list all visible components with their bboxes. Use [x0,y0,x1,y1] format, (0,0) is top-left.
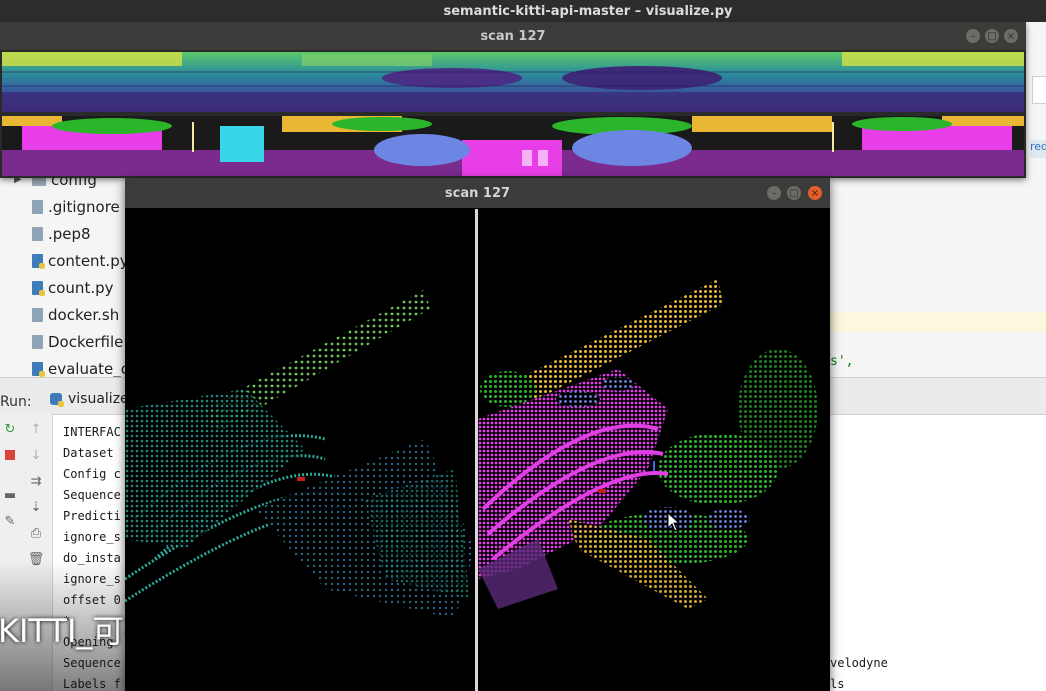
close-icon[interactable]: × [1004,29,1018,43]
depth-pointcloud-viewport[interactable] [125,209,475,691]
ide-window-title: semantic-kitti-api-master – visualize.py [443,3,733,19]
minimize-icon[interactable]: – [966,29,980,43]
file-icon [32,335,43,349]
console-line-right: velodyne [830,656,888,670]
trash-icon[interactable]: 🗑 [26,550,46,568]
shell-file-icon [32,308,43,322]
depth-pointcloud [125,289,475,619]
code-line: s', [830,354,854,369]
console-line: ignore_s [63,572,121,586]
console-line: do_insta [63,551,121,565]
close-icon[interactable]: × [808,186,822,200]
scroll-to-end-icon[interactable]: ⇣ [26,498,46,516]
ide-title-bar: semantic-kitti-api-master – visualize.py [0,0,1046,22]
tree-item-docker-sh[interactable]: docker.sh [32,302,119,328]
python-file-icon [32,254,45,269]
pin-icon[interactable]: ✎ [0,512,20,530]
python-file-icon [32,281,45,296]
tree-item-content-py[interactable]: content.py [32,248,129,274]
scan-window-range: scan 127 – □ × [0,22,1026,178]
console-line: offset 0 [63,593,121,607]
stop-icon[interactable] [0,446,20,464]
editor-highlight-row [830,312,1046,332]
python-file-icon [32,362,45,377]
console-line: INTERFAC [63,425,121,439]
scan-window-title: scan 127 [444,185,511,201]
console-line: Dataset [63,446,114,460]
console-line: Predicti [63,509,121,523]
tree-item-count-py[interactable]: count.py [32,275,114,301]
print-icon[interactable]: ⎙ [26,524,46,542]
scan-window-title-bar[interactable]: scan 127 [0,22,1026,50]
arrow-up-icon[interactable]: ↑ [26,420,46,438]
scan-window-title-bar[interactable]: scan 127 [125,178,830,208]
soft-wrap-icon[interactable]: ⇉ [26,472,46,490]
editor-scroll-box [1032,76,1046,104]
maximize-icon[interactable]: □ [985,29,999,43]
editor-tag: red [1030,140,1046,158]
tree-item-pep8[interactable]: .pep8 [32,221,91,247]
scan-window-title: scan 127 [480,28,546,44]
arrow-down-icon[interactable]: ↓ [26,446,46,464]
mouse-cursor-icon [667,512,681,532]
console-line: Labels f [63,677,121,691]
semantic-pointcloud [478,279,818,609]
semantic-pointcloud-viewport[interactable] [478,209,830,691]
minimize-icon[interactable]: – [767,186,781,200]
console-line: ignore_s [63,530,121,544]
console-line: Sequence [63,656,121,670]
console-line: Sequence [63,488,121,502]
rerun-icon[interactable]: ↻ [0,420,20,438]
tree-item-gitignore[interactable]: .gitignore [32,194,120,220]
tree-item-dockerfile[interactable]: Dockerfile [32,329,123,355]
maximize-icon[interactable]: □ [787,186,801,200]
python-icon [50,393,64,407]
run-label: Run: [0,394,32,410]
label-image [2,116,1024,176]
file-icon [32,200,43,214]
range-image [2,52,1024,112]
file-icon [32,227,43,241]
console-line: Config c [63,467,121,481]
console-line-right: ls [830,677,845,691]
run-tab-visualize[interactable]: visualize [50,391,129,407]
layout-icon[interactable]: ▬ [0,486,20,504]
scan-window-pointcloud: scan 127 – □ × [125,178,830,691]
